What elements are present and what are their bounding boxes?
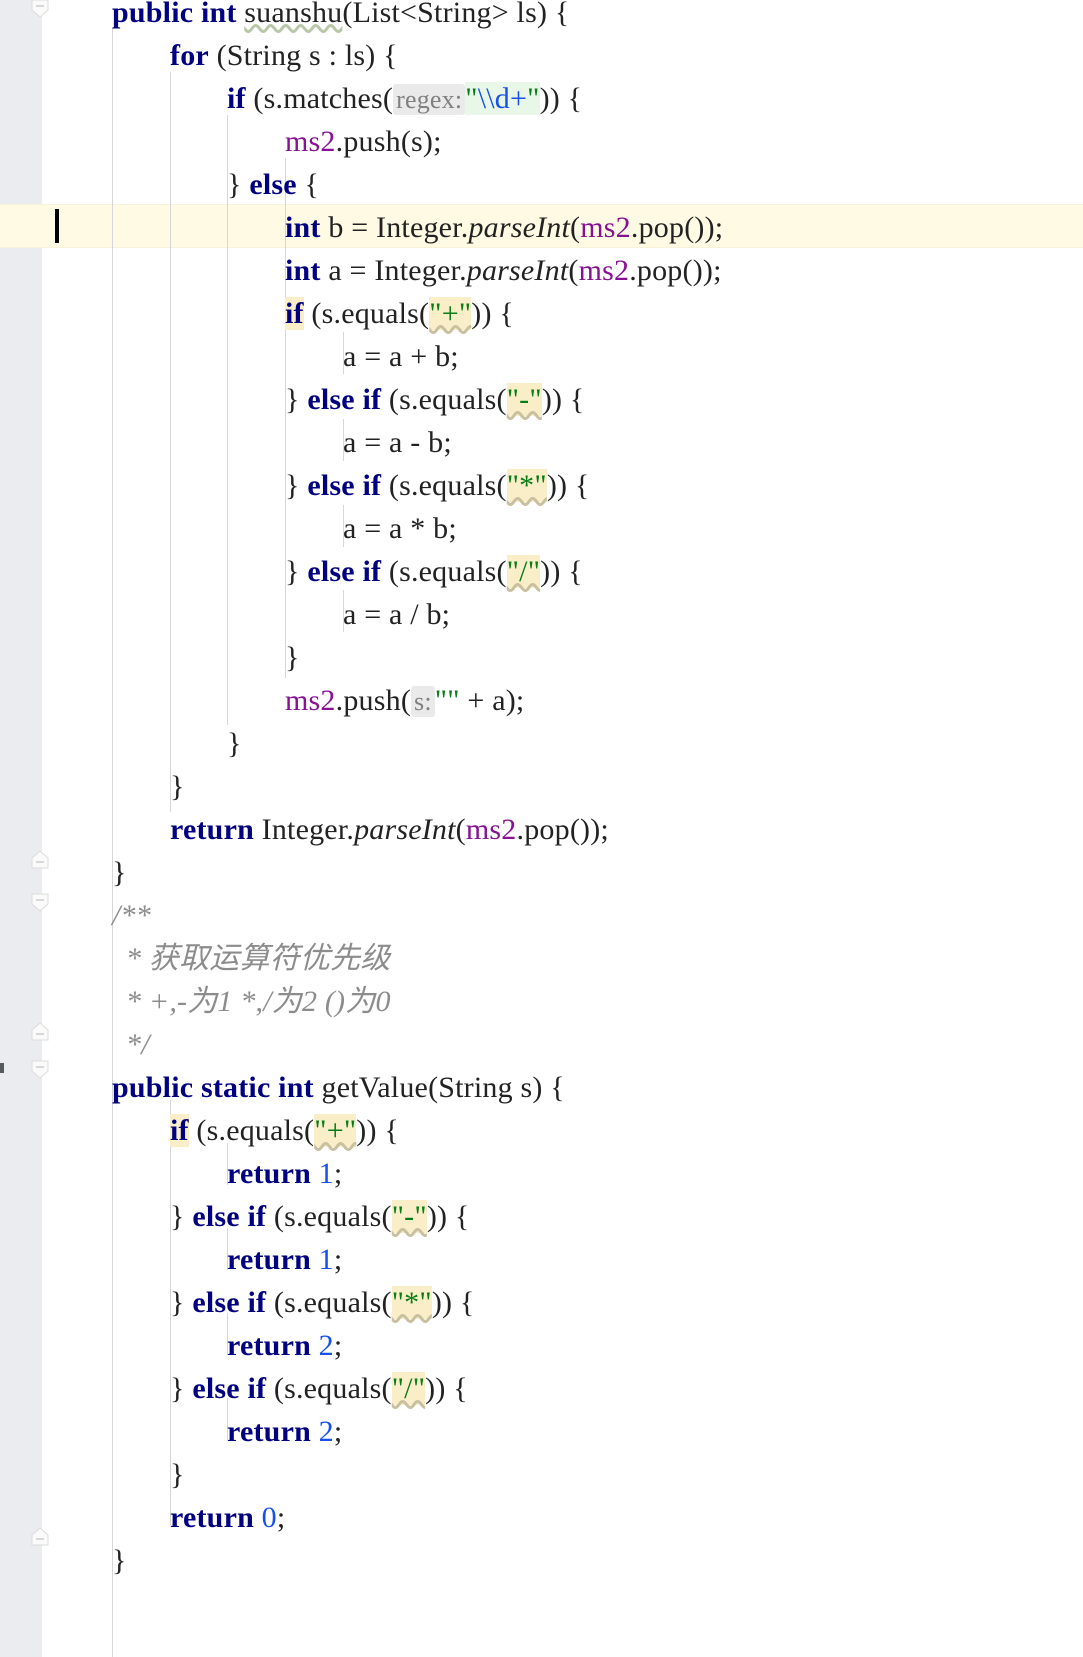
code-line-31[interactable]: } else if (s.equals("*")) { <box>170 1281 475 1325</box>
code-line-25-javadoc-close[interactable]: */ <box>126 1023 150 1067</box>
code-line-17[interactable]: ms2.push(s: "" + a); <box>285 679 524 723</box>
code-line-14[interactable]: } else if (s.equals("/")) { <box>285 550 583 594</box>
code-line-37[interactable]: } <box>112 1539 127 1583</box>
code-line-16[interactable]: } <box>285 636 300 680</box>
code-line-34[interactable]: return 2; <box>227 1410 342 1454</box>
code-line-30[interactable]: return 1; <box>227 1238 342 1282</box>
code-line-10[interactable]: } else if (s.equals("-")) { <box>285 378 585 422</box>
code-line-4[interactable]: ms2.push(s); <box>285 120 442 164</box>
code-text-layer[interactable]: public int suanshu(List<String> ls) { fo… <box>0 0 1083 1657</box>
s-param-hint: s: <box>411 686 435 717</box>
code-line-18[interactable]: } <box>227 722 242 766</box>
code-editor[interactable]: public int suanshu(List<String> ls) { fo… <box>0 0 1083 1657</box>
code-line-20[interactable]: return Integer.parseInt(ms2.pop()); <box>170 808 609 852</box>
code-line-13[interactable]: a = a * b; <box>343 507 457 551</box>
code-line-1[interactable]: public int suanshu(List<String> ls) { <box>112 0 569 35</box>
code-line-26[interactable]: public static int getValue(String s) { <box>112 1066 565 1110</box>
code-line-12[interactable]: } else if (s.equals("*")) { <box>285 464 590 508</box>
regex-param-hint: regex: <box>393 84 466 115</box>
code-line-6[interactable]: int b = Integer.parseInt(ms2.pop()); <box>285 206 723 250</box>
code-line-33[interactable]: } else if (s.equals("/")) { <box>170 1367 468 1411</box>
code-line-3[interactable]: if (s.matches(regex: "\\d+")) { <box>227 77 582 121</box>
code-line-36[interactable]: return 0; <box>170 1496 285 1540</box>
code-line-24-javadoc-text2[interactable]: * +,-为1 *,/为2 ()为0 <box>126 980 391 1024</box>
code-line-23-javadoc-text1[interactable]: * 获取运算符优先级 <box>126 937 391 981</box>
code-line-28[interactable]: return 1; <box>227 1152 342 1196</box>
code-line-11[interactable]: a = a - b; <box>343 421 452 465</box>
code-line-35[interactable]: } <box>170 1453 185 1497</box>
code-line-29[interactable]: } else if (s.equals("-")) { <box>170 1195 470 1239</box>
code-line-21[interactable]: } <box>112 851 127 895</box>
code-line-7[interactable]: int a = Integer.parseInt(ms2.pop()); <box>285 249 722 293</box>
code-line-19[interactable]: } <box>170 765 185 809</box>
code-line-32[interactable]: return 2; <box>227 1324 342 1368</box>
code-line-22-javadoc-open[interactable]: /** <box>112 894 151 938</box>
code-line-27[interactable]: if (s.equals("+")) { <box>170 1109 399 1153</box>
code-line-2[interactable]: for (String s : ls) { <box>170 34 398 78</box>
code-line-15[interactable]: a = a / b; <box>343 593 450 637</box>
code-line-5[interactable]: } else { <box>227 163 319 207</box>
code-line-8[interactable]: if (s.equals("+")) { <box>285 292 514 336</box>
code-line-9[interactable]: a = a + b; <box>343 335 459 379</box>
